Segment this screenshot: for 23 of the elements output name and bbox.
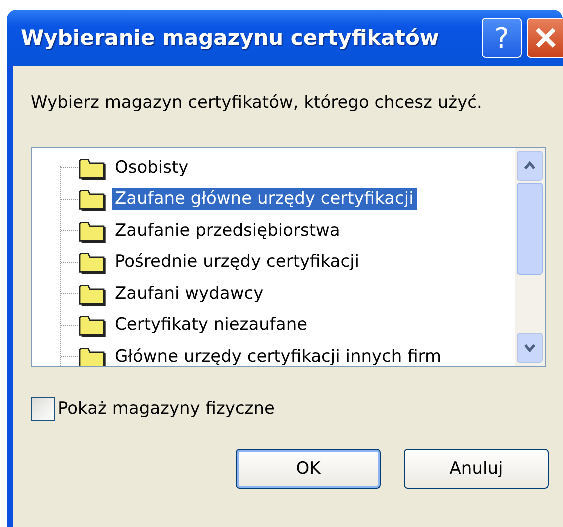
scroll-down-icon[interactable] [517,333,543,363]
tree-item[interactable]: Zaufani wydawcy [112,282,267,305]
close-button[interactable] [527,18,563,58]
tree-item[interactable]: Główne urzędy certyfikacji innych firm [112,346,445,366]
tree-item[interactable]: Osobisty [112,156,192,179]
folder-icon [78,187,106,212]
folder-icon [78,250,106,274]
tree-item[interactable]: Zaufanie przedsiębiorstwa [112,220,344,242]
help-button[interactable]: ? [482,18,522,58]
tree-item[interactable]: Zaufane główne urzędy certyfikacji [112,188,417,210]
close-icon [534,26,558,50]
scroll-up-icon[interactable] [517,151,543,181]
checkbox[interactable] [31,397,55,421]
scrollbar[interactable] [515,148,545,366]
instruction-text: Wybierz magazyn certyfikatów, którego chcesz użyć. [31,92,484,113]
tree-item[interactable]: Certyfikaty niezaufane [112,314,311,336]
tree-item[interactable]: Pośrednie urzędy certyfikacji [112,251,363,274]
ok-button[interactable]: OK [236,449,381,489]
cancel-button[interactable]: Anuluj [404,449,549,489]
folder-icon [78,313,106,338]
window-title: Wybieranie magazynu certyfikatów [21,26,440,50]
checkbox-label[interactable]: Pokaż magazyny fizyczne [58,399,275,419]
scroll-thumb[interactable] [517,183,543,275]
